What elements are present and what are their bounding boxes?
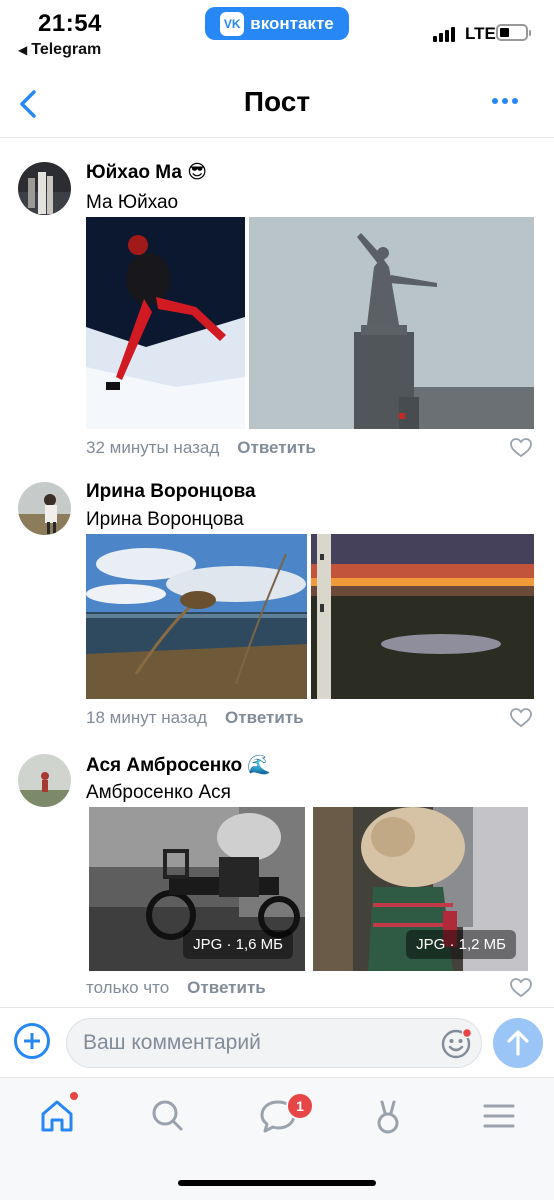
comment-meta: 18 минут назад Ответить <box>86 708 304 728</box>
photo-scooter[interactable]: JPG · 1,6 МБ <box>89 807 305 971</box>
comment-input[interactable] <box>66 1018 482 1068</box>
heart-icon[interactable] <box>510 708 532 728</box>
back-to-app-link[interactable]: ◀ Telegram <box>18 41 101 59</box>
search-icon[interactable] <box>148 1096 188 1136</box>
signal-icon <box>433 26 461 42</box>
comment-author[interactable]: Ася Амбросенко 🌊 <box>86 753 271 777</box>
send-button[interactable] <box>493 1018 543 1068</box>
heart-icon[interactable] <box>510 978 532 998</box>
reply-button[interactable]: Ответить <box>225 708 304 727</box>
app-indicator-pill[interactable]: VK вконтакте <box>205 7 349 40</box>
avatar[interactable] <box>18 162 71 215</box>
comment-author[interactable]: Ирина Воронцова <box>86 481 256 503</box>
photo-seashore[interactable] <box>86 534 307 699</box>
comment-time: только что <box>86 978 170 997</box>
comment-text: Амбросенко Ася <box>86 782 231 803</box>
comment-text: Ирина Воронцова <box>86 509 244 530</box>
status-bar: 21:54 ◀ Telegram VK вконтакте LTE <box>0 0 554 70</box>
avatar[interactable] <box>18 482 71 535</box>
comment-author[interactable]: Юйхао Ма 😎 <box>86 161 207 184</box>
navigation-bar: Пост <box>0 70 554 138</box>
comment-time: 18 минут назад <box>86 708 208 727</box>
page-title: Пост <box>243 86 311 117</box>
comment-meta: 32 минуты назад Ответить <box>86 438 316 458</box>
heart-icon[interactable] <box>510 438 532 458</box>
add-attachment-button[interactable] <box>14 1023 50 1059</box>
emoji-icon[interactable] <box>440 1028 472 1060</box>
comment-composer <box>0 1007 554 1077</box>
vk-logo-icon: VK <box>220 11 245 36</box>
file-size-badge: JPG · 1,2 МБ <box>406 930 516 959</box>
photo-fur-coat[interactable]: JPG · 1,2 МБ <box>313 807 528 971</box>
avatar[interactable] <box>18 754 71 807</box>
comment-text: Ма Юйхао <box>86 192 179 213</box>
battery-icon <box>496 24 531 41</box>
home-icon[interactable] <box>37 1096 77 1136</box>
home-indicator <box>178 1180 376 1186</box>
file-size-badge: JPG · 1,6 МБ <box>183 930 293 959</box>
photo-sunset[interactable] <box>311 534 534 699</box>
menu-icon[interactable] <box>479 1096 519 1136</box>
comment-time: 32 минуты назад <box>86 438 220 457</box>
messages-count-badge: 1 <box>286 1092 314 1120</box>
reply-button[interactable]: Ответить <box>187 978 266 997</box>
photo-monument[interactable] <box>249 217 534 429</box>
arrow-up-icon <box>507 1030 529 1056</box>
app-indicator-label: вконтакте <box>250 13 334 33</box>
photo-snow-figure[interactable] <box>86 217 245 429</box>
clips-icon[interactable] <box>368 1096 408 1136</box>
more-options-icon[interactable] <box>492 98 518 104</box>
clock: 21:54 <box>38 10 102 37</box>
back-app-label: Telegram <box>31 41 102 58</box>
network-type: LTE <box>465 24 496 43</box>
reply-button[interactable]: Ответить <box>237 438 316 457</box>
back-triangle-icon: ◀ <box>18 43 28 57</box>
home-notification-dot <box>70 1092 78 1100</box>
comment-meta: только что Ответить <box>86 978 266 998</box>
